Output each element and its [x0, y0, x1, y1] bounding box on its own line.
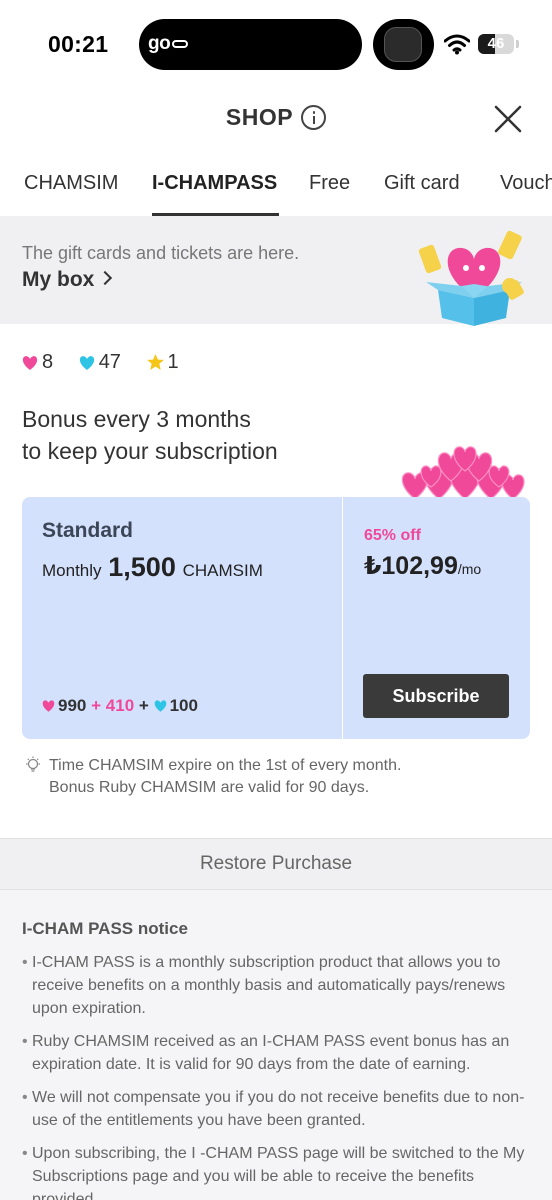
tab-free[interactable]: Free — [309, 172, 350, 195]
chevron-right-icon — [98, 271, 113, 286]
price-value: ₺102,99 — [364, 552, 458, 580]
cyan-heart-count: 47 — [98, 351, 121, 373]
notice-list: I-CHAM PASS is a monthly subscription pr… — [22, 951, 530, 1200]
notice-item: We will not compensate you if you do not… — [22, 1086, 530, 1132]
cyan-heart-icon — [79, 356, 94, 370]
plan-card-info: Standard Monthly 1,500 CHAMSIM 990 + 410… — [22, 497, 342, 739]
breakdown-cyan-value: 100 — [169, 696, 198, 715]
expiry-note-line-2: Bonus Ruby CHAMSIM are valid for 90 days… — [49, 779, 370, 796]
my-box-label: My box — [22, 268, 95, 291]
plan-price: ₺102,99/mo — [364, 551, 481, 581]
go-logo-text: go — [148, 33, 171, 54]
tab-i-champass[interactable]: I-CHAMPASS — [152, 172, 277, 195]
close-icon[interactable] — [492, 103, 524, 135]
breakdown-plus: + — [138, 696, 149, 715]
plan-amount-value: 1,500 — [108, 552, 176, 582]
notice-section: I-CHAM PASS notice I-CHAM PASS is a mont… — [0, 890, 552, 1200]
pink-heart-balance: 8 — [22, 351, 53, 374]
lightbulb-icon — [26, 756, 40, 772]
bonus-line-2: to keep your subscription — [22, 438, 278, 464]
page-title: SHOP — [225, 104, 294, 130]
breakdown-pink-value: 990 — [58, 696, 87, 715]
category-tabs: CHAMSIM I-CHAMPASS Free Gift card Vouch — [0, 166, 552, 216]
plan-prefix: Monthly — [42, 561, 102, 580]
notice-item: I-CHAM PASS is a monthly subscription pr… — [22, 951, 530, 1020]
wifi-icon — [444, 34, 470, 55]
tab-voucher[interactable]: Vouch — [500, 172, 552, 195]
pink-heart-icon — [22, 356, 38, 370]
notice-item: Upon subscribing, the I -CHAM PASS page … — [22, 1142, 530, 1200]
go-app-logo: go — [148, 33, 189, 55]
status-bar: 00:21 go 46 — [0, 0, 552, 90]
currency-balances: 8 47 1 — [22, 351, 199, 374]
tab-gift-card[interactable]: Gift card — [384, 172, 460, 195]
page-header: SHOP — [0, 104, 552, 131]
price-period: /mo — [457, 561, 482, 577]
cyan-heart-balance: 47 — [79, 351, 121, 374]
breakdown-plus: + — [91, 696, 102, 715]
gift-box-illustration — [418, 230, 524, 326]
breakdown-bonus-value: 410 — [105, 696, 135, 715]
live-activity-indicator — [373, 19, 434, 70]
star-balance: 1 — [146, 351, 179, 374]
hearts-pile-illustration — [401, 446, 525, 499]
plan-breakdown: 990 + 410 + 100 — [42, 696, 198, 716]
my-box-description: The gift cards and tickets are here. — [22, 243, 300, 263]
plan-monthly-amount: Monthly 1,500 CHAMSIM — [42, 552, 263, 583]
notice-title: I-CHAM PASS notice — [22, 919, 188, 938]
pink-heart-icon — [42, 700, 55, 712]
star-icon — [146, 354, 164, 370]
expiry-note-line-1: Time CHAMSIM expire on the 1st of every … — [49, 757, 402, 774]
plan-card-price: 65% off ₺102,99/mo Subscribe — [343, 497, 530, 739]
plan-name: Standard — [42, 519, 134, 542]
restore-purchase-button[interactable]: Restore Purchase — [0, 838, 552, 890]
battery-icon: 46 — [478, 34, 514, 54]
info-icon[interactable] — [301, 105, 327, 130]
discount-badge: 65% off — [364, 527, 421, 544]
tab-chamsim[interactable]: CHAMSIM — [24, 172, 118, 195]
plan-unit: CHAMSIM — [182, 561, 263, 580]
star-count: 1 — [167, 351, 179, 373]
battery-cap — [516, 40, 519, 48]
subscribe-button[interactable]: Subscribe — [363, 674, 509, 718]
my-box-link[interactable]: My box — [22, 268, 113, 292]
notice-item: Ruby CHAMSIM received as an I-CHAM PASS … — [22, 1030, 530, 1076]
expiry-note: Time CHAMSIM expire on the 1st of every … — [49, 755, 401, 799]
bonus-line-1: Bonus every 3 months — [22, 406, 251, 432]
bonus-headline: Bonus every 3 months to keep your subscr… — [22, 403, 278, 467]
battery-level: 46 — [487, 35, 505, 52]
status-time: 00:21 — [48, 31, 109, 57]
pink-heart-count: 8 — [42, 351, 54, 373]
cyan-heart-icon — [154, 700, 166, 712]
